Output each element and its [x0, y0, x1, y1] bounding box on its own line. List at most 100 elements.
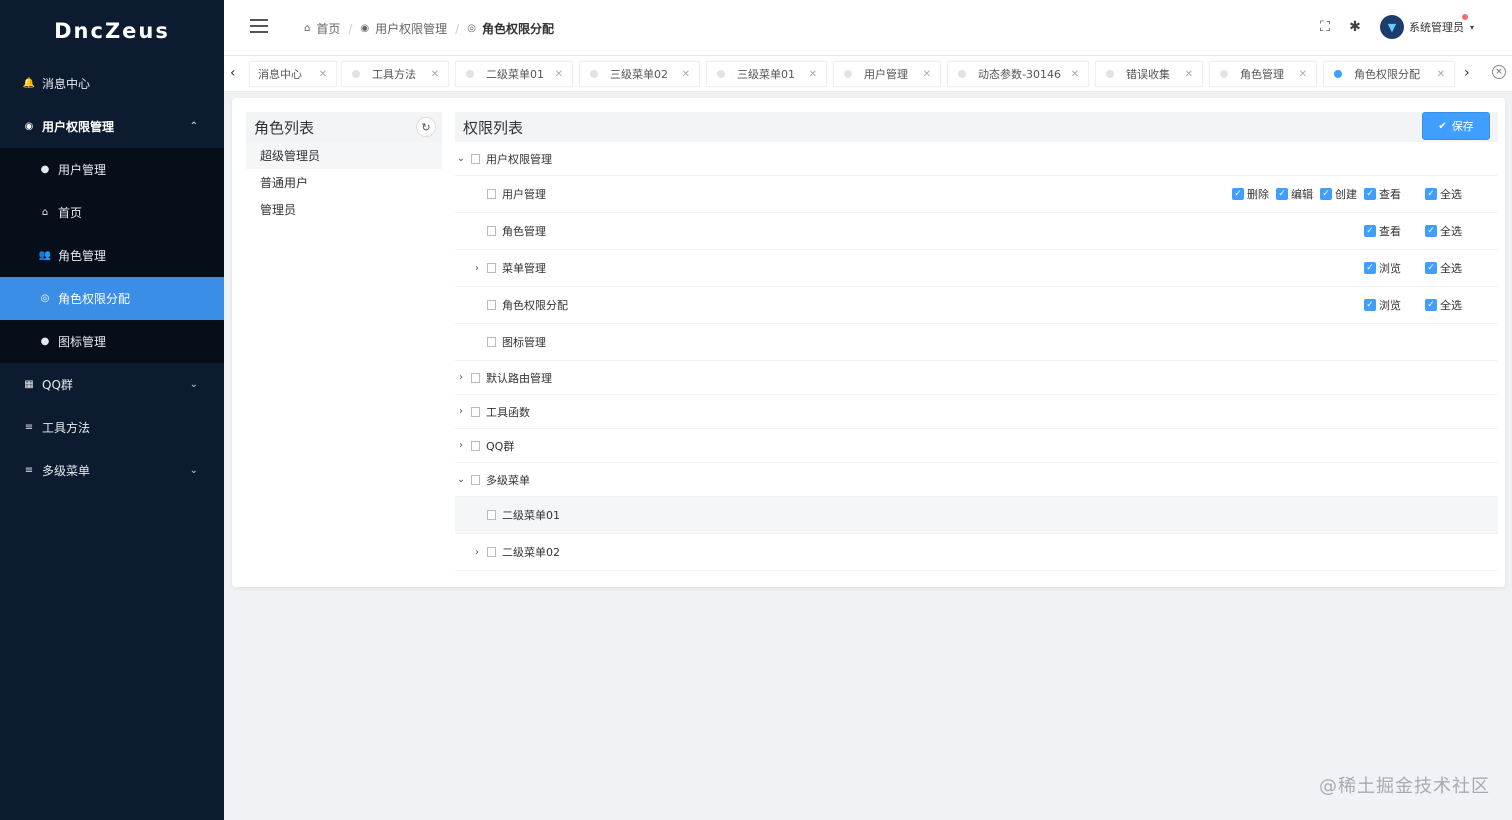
chevron-down-icon[interactable]: ⌄	[455, 153, 467, 164]
settings-icon: ◎	[467, 23, 476, 34]
chevron-down-icon: ⌄	[189, 465, 198, 476]
app-logo: DncZeus	[54, 19, 170, 43]
file-icon	[487, 263, 496, 273]
tag-dot	[352, 70, 360, 78]
close-icon[interactable]: ✕	[682, 69, 690, 80]
breadcrumb-label: 用户权限管理	[375, 22, 448, 36]
checkbox-checked-icon: ✓	[1364, 225, 1376, 237]
users-icon: 👥	[38, 250, 52, 261]
permission-checkbox[interactable]: ✓ 浏览	[1364, 297, 1401, 313]
permission-checkbox[interactable]: ✓ 查看	[1364, 186, 1401, 202]
sidebar-item-qq[interactable]: ▦ QQ群 ⌄	[0, 363, 224, 406]
sidebar-item-icon-management[interactable]: ● 图标管理	[0, 320, 224, 363]
sidebar-item-multilevel[interactable]: ≡ 多级菜单 ⌄	[0, 449, 224, 492]
tree-node[interactable]: › 工具函数	[455, 395, 1498, 429]
sidebar-item-role-management[interactable]: 👥 角色管理	[0, 234, 224, 277]
tree-node[interactable]: › 二级菜单02	[455, 534, 1498, 571]
tree-node[interactable]: 角色管理 ✓ 查看 ✓ 全选	[455, 213, 1498, 250]
chevron-right-icon[interactable]: ›	[1464, 65, 1470, 81]
permission-checkbox[interactable]: ✓ 查看	[1364, 223, 1401, 239]
tree-node[interactable]: › 默认路由管理	[455, 361, 1498, 395]
tag-item[interactable]: 用户管理 ✕	[833, 61, 941, 87]
username[interactable]: 系统管理员	[1409, 14, 1468, 35]
close-icon[interactable]: ✕	[1299, 69, 1307, 80]
breadcrumb: ⌂ 首页 / ◉ 用户权限管理 / ◎ 角色权限分配	[304, 20, 554, 37]
fullscreen-icon[interactable]: ⛶	[1316, 18, 1334, 36]
main-card: 角色列表 ↻ 超级管理员 普通用户 管理员 权限列表 ✔ 保存 ⌄ 用户权限管理用…	[232, 98, 1505, 587]
tree-node[interactable]: ⌄ 用户权限管理	[455, 142, 1498, 176]
permission-checkbox[interactable]: ✓ 编辑	[1276, 186, 1313, 202]
close-icon[interactable]: ✕	[1437, 69, 1445, 80]
tag-item[interactable]: 工具方法 ✕	[341, 61, 449, 87]
tree-node[interactable]: › 菜单管理 ✓ 浏览 ✓ 全选	[455, 250, 1498, 287]
chevron-right-icon[interactable]: ›	[471, 263, 483, 274]
tag-item[interactable]: 三级菜单01 ✕	[706, 61, 827, 87]
tag-item-active[interactable]: 角色权限分配 ✕	[1323, 61, 1455, 87]
sidebar-item-messages[interactable]: 🔔 消息中心	[0, 62, 224, 105]
chevron-left-icon[interactable]: ‹	[230, 65, 236, 81]
role-item[interactable]: 超级管理员	[246, 142, 442, 169]
checkbox-checked-icon: ✓	[1425, 188, 1437, 200]
role-item[interactable]: 普通用户	[246, 169, 442, 196]
permission-checkboxes: ✓ 浏览 ✓ 全选	[1357, 287, 1498, 323]
close-icon[interactable]: ✕	[555, 69, 563, 80]
breadcrumb-home[interactable]: ⌂ 首页	[304, 20, 340, 37]
tree-node[interactable]: › QQ群	[455, 429, 1498, 463]
permission-checkbox[interactable]: ✓ 创建	[1320, 186, 1357, 202]
tree-node[interactable]: 用户管理 ✓ 删除 ✓ 编辑 ✓ 创建 ✓ 查看 ✓ 全选	[455, 176, 1498, 213]
role-item[interactable]: 管理员	[246, 196, 442, 223]
close-icon[interactable]: ✕	[1185, 69, 1193, 80]
tag-item[interactable]: 错误收集 ✕	[1095, 61, 1203, 87]
close-icon[interactable]: ✕	[431, 69, 439, 80]
tag-item[interactable]: 角色管理 ✕	[1209, 61, 1317, 87]
checkbox-label: 编辑	[1291, 188, 1313, 201]
caret-down-icon[interactable]: ▾	[1470, 23, 1474, 32]
select-all-checkbox[interactable]: ✓ 全选	[1425, 260, 1462, 276]
tree-node[interactable]: 二级菜单01	[455, 497, 1498, 534]
tag-item[interactable]: 三级菜单02 ✕	[579, 61, 700, 87]
sidebar-item-user-management[interactable]: ● 用户管理	[0, 148, 224, 191]
menu-toggle-icon[interactable]	[250, 19, 268, 33]
breadcrumb-user-permissions[interactable]: ◉ 用户权限管理	[360, 20, 447, 37]
tree-node-label: 默认路由管理	[486, 371, 552, 385]
chevron-down-icon[interactable]: ⌄	[455, 474, 467, 485]
permission-checkbox[interactable]: ✓ 浏览	[1364, 260, 1401, 276]
tag-item[interactable]: 二级菜单01 ✕	[455, 61, 573, 87]
select-all-checkbox[interactable]: ✓ 全选	[1425, 223, 1462, 239]
close-all-icon[interactable]: ×	[1492, 65, 1506, 79]
bug-icon[interactable]: ✱	[1346, 18, 1364, 36]
sidebar-item-user-permissions[interactable]: ◉ 用户权限管理 ⌃	[0, 105, 224, 148]
tree-node[interactable]: ⌄ 多级菜单	[455, 463, 1498, 497]
chevron-right-icon[interactable]: ›	[455, 372, 467, 383]
chevron-right-icon[interactable]: ›	[471, 547, 483, 558]
tag-item[interactable]: 消息中心 ✕	[249, 61, 337, 87]
refresh-icon[interactable]: ↻	[416, 117, 436, 137]
tree-node-label: 二级菜单02	[502, 546, 560, 559]
breadcrumb-current: ◎ 角色权限分配	[467, 20, 554, 37]
file-icon	[487, 510, 496, 520]
sidebar-item-tools[interactable]: ≡ 工具方法	[0, 406, 224, 449]
file-icon	[471, 153, 480, 164]
chevron-right-icon[interactable]: ›	[455, 440, 467, 451]
avatar[interactable]: ▼	[1379, 15, 1404, 39]
sidebar-item-label: 工具方法	[42, 421, 91, 435]
select-all-checkbox[interactable]: ✓ 全选	[1425, 186, 1462, 202]
select-all-checkbox[interactable]: ✓ 全选	[1425, 297, 1462, 313]
close-icon[interactable]: ✕	[809, 69, 817, 80]
tag-item[interactable]: 动态参数-30146 ✕	[947, 61, 1089, 87]
tree-node[interactable]: 图标管理	[455, 324, 1498, 361]
sidebar-item-role-permission[interactable]: ◎ 角色权限分配	[0, 277, 224, 320]
sidebar-item-home[interactable]: ⌂ 首页	[0, 191, 224, 234]
close-icon[interactable]: ✕	[1071, 69, 1079, 80]
tree-node-label: 用户权限管理	[486, 152, 552, 166]
close-icon[interactable]: ✕	[319, 69, 327, 80]
checkbox-checked-icon: ✓	[1425, 262, 1437, 274]
chevron-right-icon[interactable]: ›	[455, 406, 467, 417]
close-icon[interactable]: ✕	[923, 69, 931, 80]
checkbox-checked-icon: ✓	[1320, 188, 1332, 200]
save-button[interactable]: ✔ 保存	[1422, 112, 1490, 140]
permission-checkbox[interactable]: ✓ 删除	[1232, 186, 1269, 202]
file-icon	[487, 300, 496, 310]
tag-label: 三级菜单01	[737, 68, 795, 81]
tree-node[interactable]: 角色权限分配 ✓ 浏览 ✓ 全选	[455, 287, 1498, 324]
